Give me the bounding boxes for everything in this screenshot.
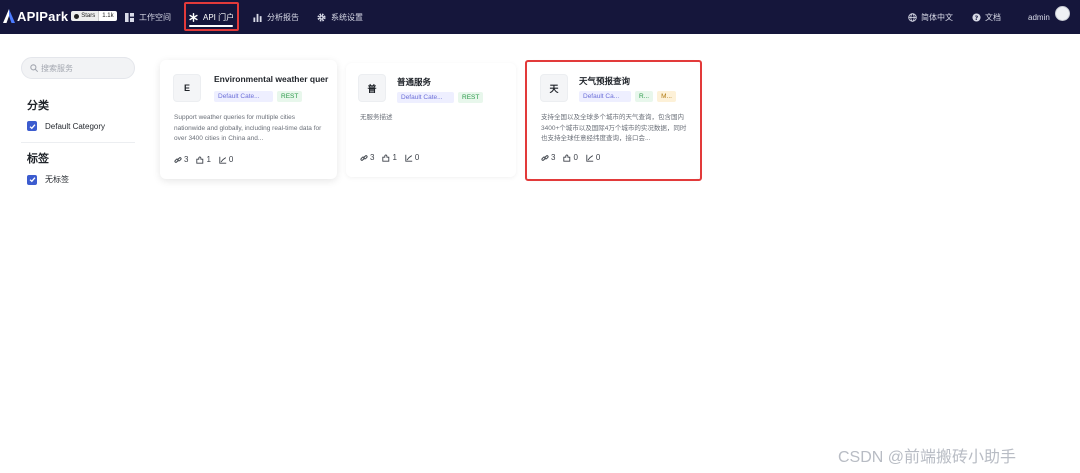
language-label: 简体中文: [921, 12, 953, 22]
nav-settings-label: 系统设置: [331, 12, 363, 22]
service-title: 普通服务: [397, 77, 432, 87]
svg-text:?: ?: [975, 14, 979, 21]
nav-workspace-label: 工作空间: [139, 12, 171, 22]
annotation-box-nav: [184, 2, 239, 31]
service-stats: 3 1 0: [360, 153, 419, 162]
nav-analytics[interactable]: 分析报告: [253, 0, 299, 34]
search-input[interactable]: [41, 63, 131, 73]
line-chart-icon: [219, 156, 227, 164]
gear-icon: [317, 12, 326, 22]
stat-subscribers-value: 1: [206, 155, 211, 164]
docs-link[interactable]: ? 文档: [972, 0, 1001, 34]
app-logo[interactable]: APIPark Stars 1.1k: [3, 8, 117, 24]
tag-filter-none[interactable]: 无标签: [27, 174, 69, 185]
service-card-general[interactable]: 普 普通服务 Default Cate... REST 无服务描述 3 1 0: [346, 63, 516, 177]
nav-analytics-label: 分析报告: [267, 12, 299, 22]
language-switcher[interactable]: 简体中文: [908, 0, 953, 34]
logo-icon: [3, 9, 15, 23]
tag-checkbox[interactable]: [27, 174, 37, 185]
tag-label: 无标签: [45, 175, 69, 184]
stat-subscribers: 1: [196, 155, 211, 164]
stat-apis: 3: [360, 153, 374, 162]
tag-title: 标签: [27, 153, 49, 165]
puzzle-icon: [196, 156, 204, 164]
category-label: Default Category: [45, 121, 106, 131]
service-avatar: 普: [358, 74, 386, 102]
workspace-icon: [125, 12, 134, 22]
category-checkbox[interactable]: [27, 121, 37, 131]
top-navbar: APIPark Stars 1.1k 工作空间 API 门户 分析报告 系统设置…: [0, 0, 1080, 34]
avatar[interactable]: [1055, 6, 1070, 21]
service-description: 无服务描述: [360, 114, 393, 121]
tag-category: Default Cate...: [397, 92, 454, 103]
stat-calls-value: 0: [414, 153, 420, 162]
stat-calls-value: 0: [228, 155, 234, 164]
globe-icon: [908, 12, 917, 22]
service-avatar: E: [173, 74, 201, 102]
username: admin: [1028, 12, 1050, 22]
search-box: [21, 57, 135, 79]
nav-workspace[interactable]: 工作空间: [125, 0, 171, 34]
category-filter-default[interactable]: Default Category: [27, 121, 105, 131]
annotation-box-card: [525, 60, 702, 181]
github-star-badge[interactable]: Stars 1.1k: [71, 11, 117, 21]
service-card-environmental-weather[interactable]: E Environmental weather quer Default Cat…: [160, 60, 337, 179]
user-menu[interactable]: admin: [1028, 0, 1050, 34]
category-title: 分类: [27, 100, 49, 112]
service-description: Support weather queries for multiple cit…: [174, 114, 322, 142]
link-icon: [360, 154, 368, 161]
service-tags: Default Cate... REST: [397, 92, 484, 103]
search-icon: [30, 64, 38, 72]
stat-apis-value: 3: [184, 155, 189, 164]
stat-subscribers: 1: [382, 153, 397, 162]
stat-subscribers-value: 1: [392, 153, 397, 162]
service-tags: Default Cate... REST: [214, 91, 303, 102]
stat-apis-value: 3: [370, 153, 375, 162]
stat-calls: 0: [405, 153, 419, 162]
check-icon: [29, 177, 35, 183]
puzzle-icon: [382, 154, 390, 162]
tag-protocol: REST: [277, 91, 303, 102]
docs-label: 文档: [985, 12, 1001, 22]
service-stats: 3 1 0: [174, 155, 233, 164]
stat-calls: 0: [219, 155, 233, 164]
watermark: CSDN @前端搬砖小助手: [838, 449, 1017, 466]
github-star-count: 1.1k: [98, 11, 117, 21]
github-icon: [74, 13, 80, 19]
app-name: APIPark: [17, 8, 69, 24]
tag-category: Default Cate...: [214, 91, 273, 102]
help-circle-icon: ?: [972, 12, 981, 21]
stat-apis: 3: [174, 155, 188, 164]
chart-icon: [253, 13, 262, 22]
line-chart-icon: [405, 154, 413, 162]
tag-protocol: REST: [458, 92, 484, 103]
github-star-label: Stars: [81, 13, 96, 19]
service-title: Environmental weather quer: [214, 74, 329, 84]
nav-settings[interactable]: 系统设置: [317, 0, 363, 34]
link-icon: [174, 156, 182, 163]
sidebar-divider: [21, 142, 135, 143]
check-icon: [29, 123, 35, 129]
